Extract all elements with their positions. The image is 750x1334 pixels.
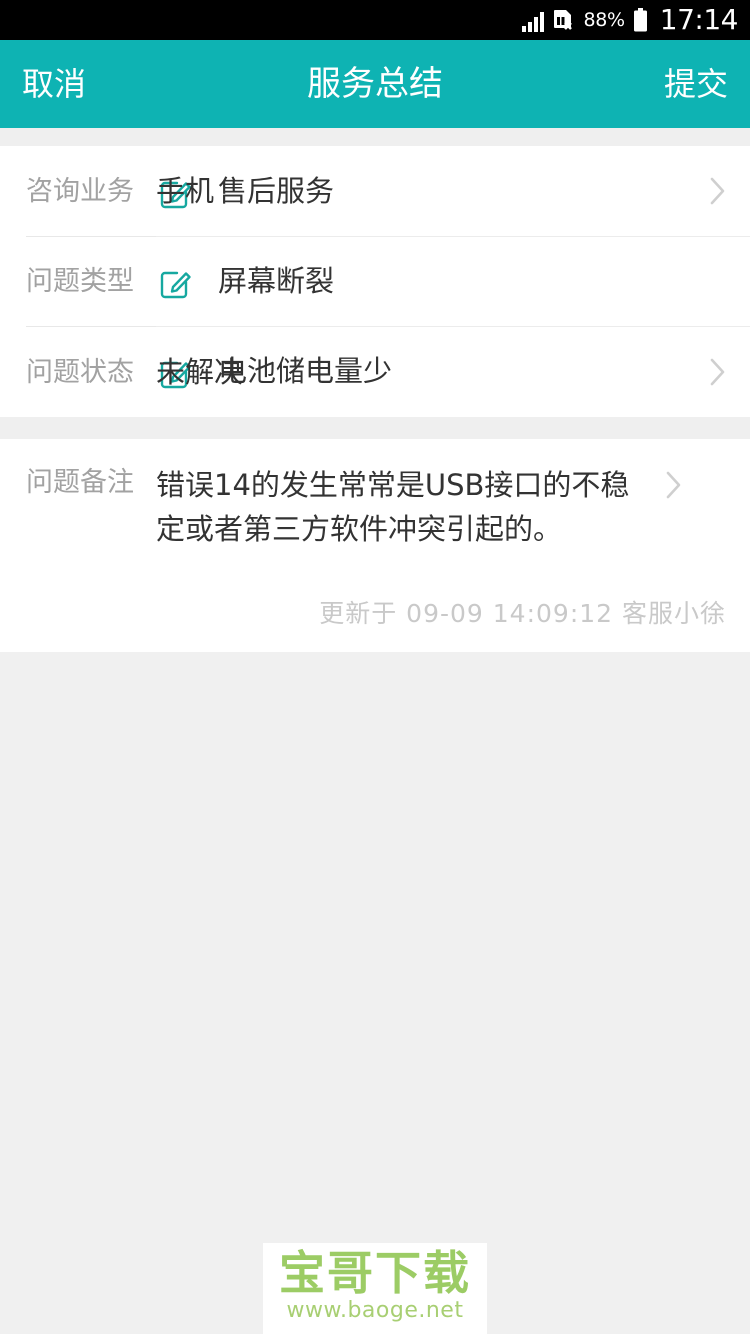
sim-card-no-service-icon (551, 8, 575, 32)
battery-percent-label: 88% (583, 8, 625, 31)
updated-timestamp: 更新于 09-09 14:09:12 客服小徐 (0, 577, 750, 652)
label-problem-type: 问题类型 (26, 266, 134, 297)
list-item[interactable]: 屏幕断裂 (156, 237, 750, 326)
form-card-remark: 问题备注 错误14的发生常常是USB接口的不稳定或者第三方软件冲突引起的。 更新… (0, 439, 750, 652)
watermark-box: 宝哥下载 www.baoge.net (263, 1243, 487, 1334)
label-problem-status: 问题状态 (26, 356, 134, 388)
list-item-label: 屏幕断裂 (218, 264, 335, 298)
cancel-button[interactable]: 取消 (22, 68, 86, 100)
edit-pencil-icon[interactable] (156, 263, 194, 301)
app-screen: 88% 17:14 取消 服务总结 提交 咨询业务 手机 问题类型 售后服务 屏… (0, 0, 750, 1334)
chevron-right-icon (666, 471, 682, 499)
row-consult-business[interactable]: 咨询业务 手机 (0, 146, 750, 236)
empty-area (0, 652, 750, 1334)
form-card-primary: 咨询业务 手机 问题类型 售后服务 屏幕断裂 电池储电量少 问题状态 未解决 (0, 146, 750, 417)
status-icons (522, 8, 575, 32)
watermark-title: 宝哥下载 (279, 1246, 471, 1301)
section-gap-top (0, 128, 750, 146)
watermark: 宝哥下载 www.baoge.net (0, 1243, 750, 1334)
label-problem-remark: 问题备注 (26, 467, 134, 498)
status-clock: 17:14 (659, 3, 739, 36)
signal-bars-icon (522, 10, 545, 32)
battery-icon (633, 8, 648, 32)
navigation-bar-wrapper: 取消 服务总结 提交 (0, 40, 750, 128)
submit-button[interactable]: 提交 (664, 68, 728, 100)
value-problem-remark: 错误14的发生常常是USB接口的不稳定或者第三方软件冲突引起的。 (156, 468, 630, 546)
page-title: 服务总结 (307, 64, 443, 104)
watermark-url: www.baoge.net (286, 1298, 464, 1324)
row-problem-status[interactable]: 问题状态 未解决 (0, 327, 750, 417)
chevron-right-icon (710, 358, 726, 386)
row-problem-remark[interactable]: 问题备注 错误14的发生常常是USB接口的不稳定或者第三方软件冲突引起的。 (0, 439, 750, 577)
value-consult-business: 手机 (156, 173, 215, 208)
chevron-right-icon (710, 177, 726, 205)
row-problem-type: 问题类型 售后服务 屏幕断裂 电池储电量少 (0, 177, 750, 388)
label-consult-business: 咨询业务 (26, 175, 134, 207)
status-bar: 88% 17:14 (0, 0, 750, 40)
section-gap-middle (0, 417, 750, 439)
navigation-bar: 取消 服务总结 提交 (0, 40, 750, 128)
value-problem-status: 未解决 (156, 354, 244, 389)
